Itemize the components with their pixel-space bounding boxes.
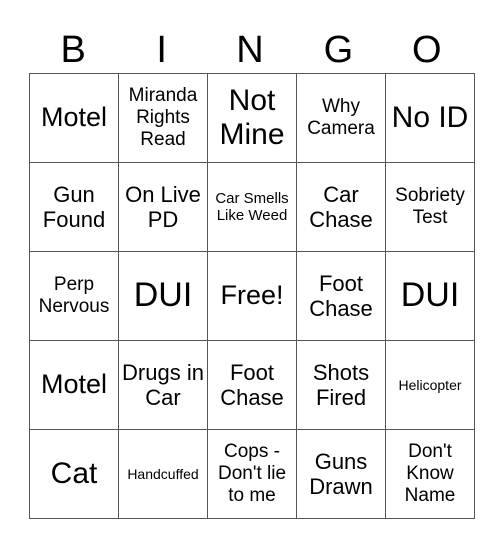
bingo-cell[interactable]: Why Camera [296,73,386,163]
bingo-cell[interactable]: Handcuffed [118,429,208,519]
bingo-cell[interactable]: Gun Found [29,162,119,252]
bingo-cell[interactable]: Cat [29,429,119,519]
bingo-cell[interactable]: Helicopter [385,340,475,430]
bingo-cell[interactable]: DUI [118,251,208,341]
bingo-cell[interactable]: Car Chase [296,162,386,252]
bingo-cell[interactable]: Don't Know Name [385,429,475,519]
bingo-cell[interactable]: Car Smells Like Weed [207,162,297,252]
header-letter-b: B [60,29,86,71]
header-letter-g: G [323,29,354,71]
bingo-cell[interactable]: Shots Fired [296,340,386,430]
bingo-cell[interactable]: Motel [29,340,119,430]
bingo-cell[interactable]: No ID [385,73,475,163]
bingo-cell[interactable]: Foot Chase [296,251,386,341]
bingo-cell[interactable]: DUI [385,251,475,341]
bingo-cell[interactable]: Miranda Rights Read [118,73,208,163]
header-letter-i: I [156,29,167,71]
bingo-cell[interactable]: Perp Nervous [29,251,119,341]
board-row: Gun Found On Live PD Car Smells Like Wee… [29,162,475,252]
bingo-cell[interactable]: Motel [29,73,119,163]
board-row: Motel Miranda Rights Read Not Mine Why C… [29,73,475,163]
bingo-header: B I N G O [29,28,471,73]
bingo-cell-free[interactable]: Free! [207,251,297,341]
bingo-board: Motel Miranda Rights Read Not Mine Why C… [29,73,475,519]
header-letter-o: O [412,29,442,71]
bingo-cell[interactable]: Cops - Don't lie to me [207,429,297,519]
header-letter-n: N [236,29,264,71]
bingo-cell[interactable]: Foot Chase [207,340,297,430]
board-row: Cat Handcuffed Cops - Don't lie to me Gu… [29,429,475,519]
bingo-cell[interactable]: Guns Drawn [296,429,386,519]
bingo-cell[interactable]: Sobriety Test [385,162,475,252]
board-row: Perp Nervous DUI Free! Foot Chase DUI [29,251,475,341]
bingo-cell[interactable]: On Live PD [118,162,208,252]
bingo-cell[interactable]: Not Mine [207,73,297,163]
bingo-cell[interactable]: Drugs in Car [118,340,208,430]
board-row: Motel Drugs in Car Foot Chase Shots Fire… [29,340,475,430]
